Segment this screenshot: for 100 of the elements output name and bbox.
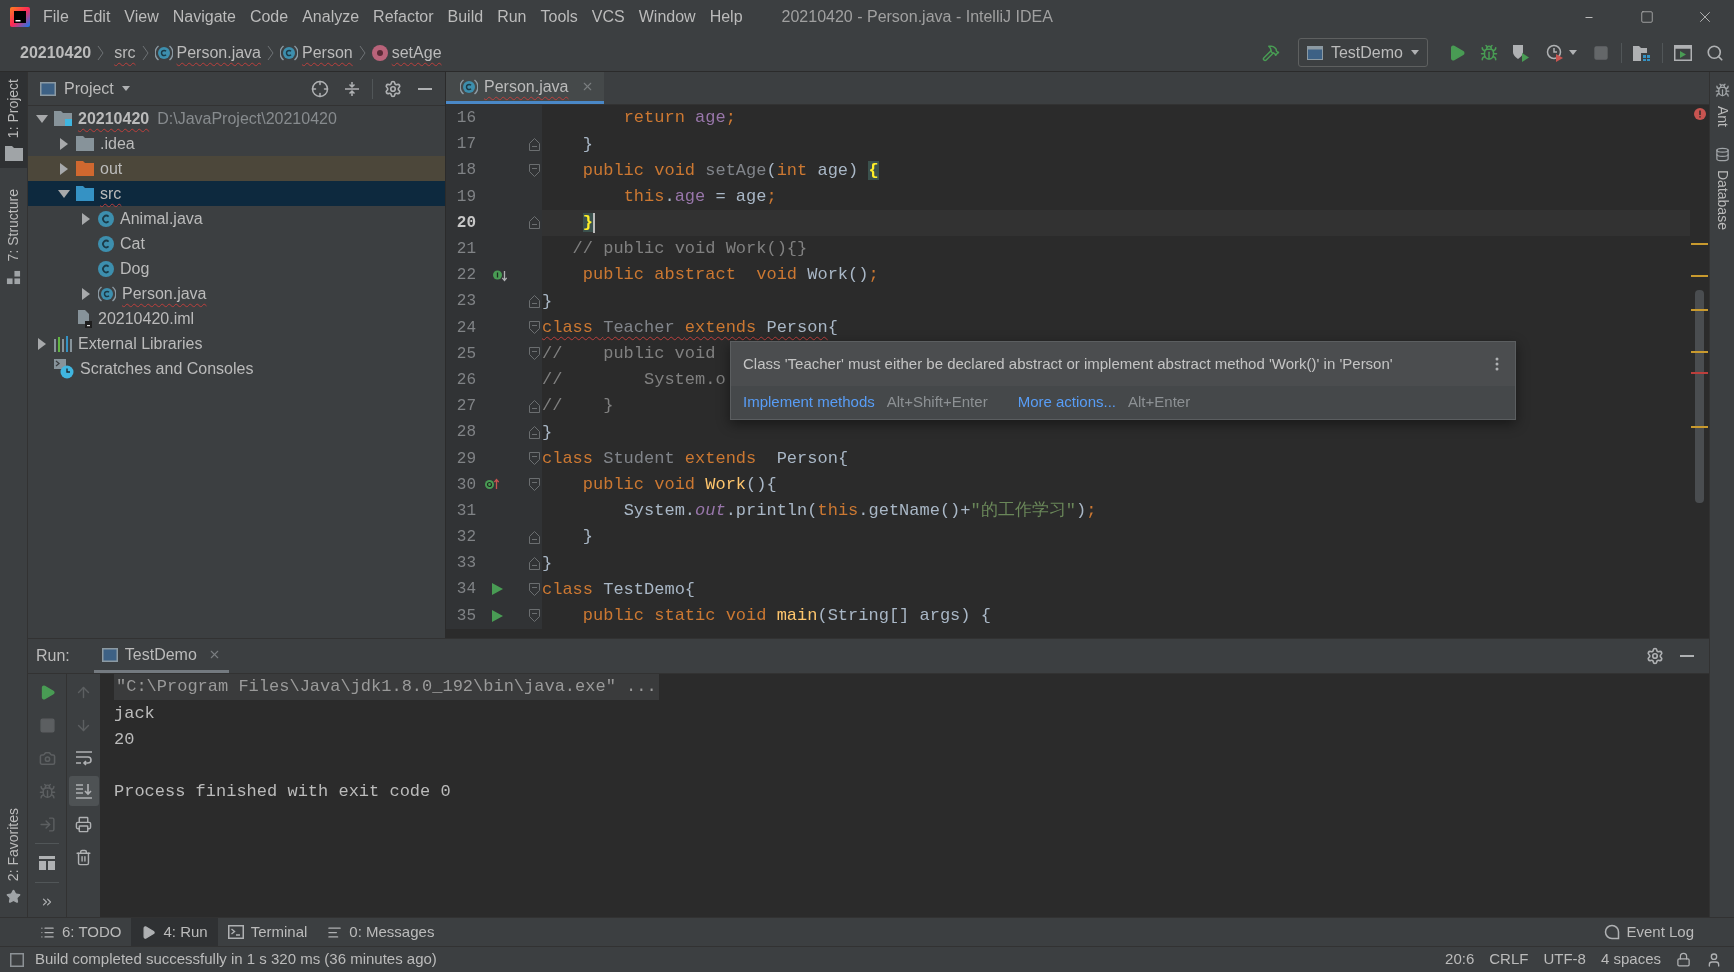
lock-icon [1676, 952, 1691, 967]
speech-bubble-icon [1604, 924, 1621, 940]
action-link[interactable]: More actions... [1017, 391, 1116, 414]
tool-window-tab[interactable]: 7: Structure [0, 182, 27, 292]
breadcrumb-item[interactable]: Person [302, 40, 353, 65]
code-line: return age; [623, 107, 736, 130]
fold-marker-icon[interactable] [528, 163, 540, 177]
fold-marker-icon[interactable] [528, 425, 540, 439]
breadcrumb-item[interactable]: 20210420 [20, 40, 92, 65]
console-line: jack [114, 702, 155, 725]
breadcrumb-item[interactable]: src [114, 40, 136, 65]
tree-item[interactable]: 20210420.iml [76, 306, 203, 331]
inspector-button[interactable] [1706, 951, 1722, 968]
line-number: 25 [455, 343, 476, 365]
tree-item[interactable]: out [28, 156, 445, 181]
code-line: public abstract void Work(); [582, 264, 879, 287]
file-encoding[interactable]: UTF-8 [1543, 948, 1586, 971]
tool-window-tab[interactable]: 1: Project [0, 72, 27, 169]
tool-window-tab[interactable]: 0: Messages [317, 918, 445, 946]
menu-item[interactable]: Code [242, 0, 296, 34]
menu-item[interactable]: Navigate [165, 0, 243, 34]
action-link[interactable]: Implement methods [743, 391, 875, 414]
fold-marker-icon[interactable] [528, 294, 540, 308]
tool-window-tab[interactable]: Database [1710, 140, 1734, 237]
tree-item[interactable]: 20210420 D:\JavaProject\20210420 [36, 106, 345, 131]
tool-window-tab[interactable]: Ant [1710, 76, 1734, 134]
expand-arrow-icon[interactable] [80, 287, 92, 300]
lines-icon [327, 924, 343, 940]
caret-position[interactable]: 20:6 [1445, 948, 1475, 971]
menu-item[interactable]: VCS [584, 0, 632, 34]
expand-arrow-icon[interactable] [80, 212, 92, 225]
fold-marker-icon[interactable] [528, 452, 540, 466]
fold-marker-icon[interactable] [528, 478, 540, 492]
breadcrumb-item[interactable]: setAge [391, 40, 442, 65]
tree-item[interactable]: Cat [98, 231, 153, 256]
folder-icon [76, 186, 94, 201]
tool-window-tab[interactable]: 2: Favorites [0, 800, 27, 911]
fold-marker-icon[interactable] [528, 321, 540, 335]
editor-tab[interactable]: Person.java [446, 72, 604, 104]
expand-arrow-icon[interactable] [58, 137, 70, 150]
project-view-dropdown[interactable]: Project [40, 76, 130, 101]
menu-item[interactable]: Build [440, 0, 491, 34]
tree-item[interactable]: External Libraries [36, 331, 211, 356]
tree-item[interactable]: Dog [98, 256, 158, 281]
line-number: 31 [455, 500, 476, 522]
menu-item[interactable]: Tools [533, 0, 585, 34]
menu-item[interactable]: View [117, 0, 166, 34]
expand-arrow-icon[interactable] [58, 162, 70, 175]
code-line: // System.o [542, 369, 726, 392]
menu-item[interactable]: Edit [75, 0, 118, 34]
menu-item[interactable]: File [36, 0, 76, 34]
fold-marker-icon[interactable] [528, 347, 540, 361]
read-only-toggle[interactable] [1676, 952, 1691, 967]
maximize-icon [1640, 10, 1654, 24]
expand-arrow-icon[interactable] [58, 187, 70, 200]
run-config-dropdown[interactable]: TestDemo [1297, 38, 1428, 67]
tree-item[interactable]: Scratches and Consoles [54, 356, 262, 381]
tree-item[interactable]: .idea [58, 131, 143, 156]
menu-item[interactable]: Analyze [295, 0, 367, 34]
menu-item[interactable]: Refactor [366, 0, 441, 34]
indent-setting[interactable]: 4 spaces [1600, 948, 1661, 971]
line-number: 32 [455, 527, 476, 549]
abstract-class-icon [280, 44, 298, 61]
line-separator[interactable]: CRLF [1489, 948, 1529, 971]
folder-icon [4, 146, 23, 162]
fold-marker-icon[interactable] [528, 399, 540, 413]
menu-item[interactable]: Run [490, 0, 534, 34]
tree-item[interactable]: Person.java [80, 281, 215, 306]
fold-marker-icon[interactable] [528, 582, 540, 596]
circle-arrow-down-icon[interactable] [493, 268, 507, 282]
tool-window-tab[interactable]: Terminal [217, 918, 318, 946]
fold-marker-icon[interactable] [528, 609, 540, 623]
breadcrumb-item[interactable]: Person.java [176, 40, 261, 65]
fold-marker-icon[interactable] [528, 530, 540, 544]
line-number: 16 [455, 108, 476, 130]
expand-arrow-icon[interactable] [36, 337, 48, 350]
tool-window-tab[interactable]: 6: TODO [30, 918, 132, 946]
run-icon[interactable] [491, 609, 503, 622]
event-log-button[interactable]: Event Log [1604, 918, 1694, 946]
expand-arrow-icon[interactable] [36, 112, 48, 125]
line-number: 19 [455, 186, 476, 208]
code-line: // public void Work(){} [572, 238, 808, 261]
menu-item[interactable]: Window [631, 0, 703, 34]
tree-item[interactable]: src [28, 181, 445, 206]
bug-icon [38, 782, 56, 800]
circle-arrow-up-icon[interactable] [485, 478, 499, 492]
code-line: public void Work(){ [582, 473, 777, 496]
window-icon [1306, 45, 1323, 60]
fold-marker-icon[interactable] [528, 137, 540, 151]
panel-icon [40, 81, 56, 96]
fold-marker-icon[interactable] [528, 216, 540, 230]
fold-marker-icon[interactable] [528, 556, 540, 570]
dropdown-caret-icon [121, 86, 130, 91]
scroll-to-end-button[interactable] [68, 776, 99, 806]
abstract-class-icon [154, 44, 173, 61]
tool-window-tab[interactable]: 4: Run [131, 918, 218, 946]
tree-item[interactable]: Animal.java [80, 206, 211, 231]
menu-item[interactable]: Help [702, 0, 750, 34]
run-icon[interactable] [491, 583, 503, 596]
text-cursor-icon [593, 212, 595, 233]
